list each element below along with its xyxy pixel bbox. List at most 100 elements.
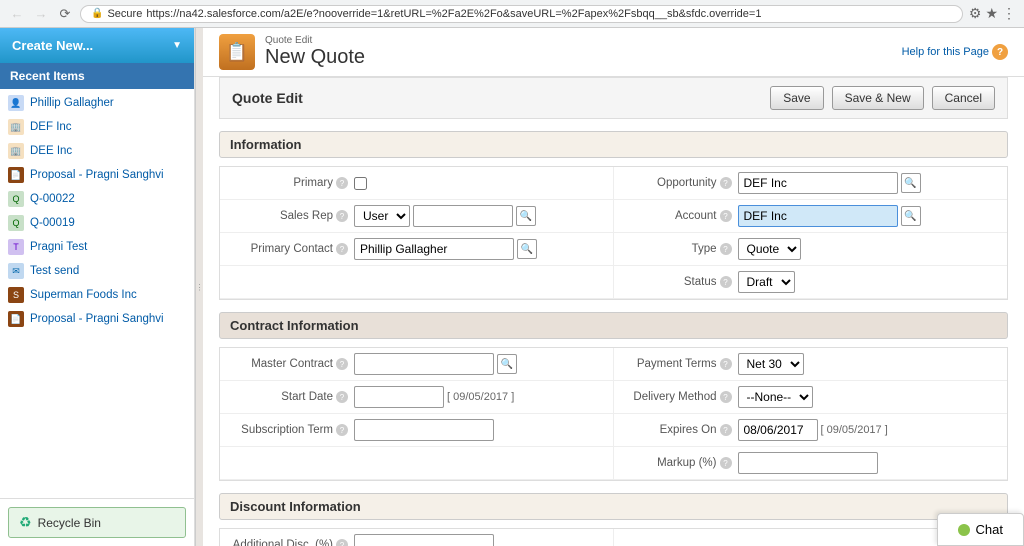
subscription-term-help-icon[interactable]: ? bbox=[336, 424, 348, 436]
recycle-bin-icon: ♻ bbox=[19, 514, 32, 531]
sidebar: Create New... ▼ Recent Items 👤 Phillip G… bbox=[0, 28, 195, 546]
help-link-text: Help for this Page bbox=[902, 46, 989, 58]
recent-item-dee-inc[interactable]: 🏢 DEE Inc bbox=[0, 139, 194, 163]
opportunity-search-button[interactable]: 🔍 bbox=[901, 173, 921, 193]
recent-item-q00019[interactable]: Q Q-00019 bbox=[0, 211, 194, 235]
expires-on-label: Expires On ? bbox=[622, 424, 732, 436]
payment-terms-label: Payment Terms ? bbox=[622, 358, 732, 370]
recent-item-pragni-test[interactable]: T Pragni Test bbox=[0, 235, 194, 259]
recent-item-proposal-pragni-1[interactable]: 📄 Proposal - Pragni Sanghvi bbox=[0, 163, 194, 187]
master-contract-field-row: Master Contract ? 🔍 bbox=[220, 348, 614, 381]
start-date-field-row: Start Date ? [ 09/05/2017 ] bbox=[220, 381, 614, 414]
menu-button[interactable]: ⋮ bbox=[1002, 5, 1016, 22]
sales-rep-field-row: Sales Rep ? User 🔍 bbox=[220, 200, 614, 233]
recent-item-phillip-gallagher[interactable]: 👤 Phillip Gallagher bbox=[0, 91, 194, 115]
status-label: Status ? bbox=[622, 276, 732, 288]
markup-field-row: Markup (%) ? bbox=[614, 447, 1008, 480]
primary-contact-input[interactable] bbox=[354, 238, 514, 260]
delivery-method-help-icon[interactable]: ? bbox=[720, 391, 732, 403]
account-field-group: 🔍 bbox=[738, 205, 921, 227]
primary-contact-search-button[interactable]: 🔍 bbox=[517, 239, 537, 259]
recent-item-superman-foods[interactable]: S Superman Foods Inc bbox=[0, 283, 194, 307]
sales-rep-search-button[interactable]: 🔍 bbox=[516, 206, 536, 226]
status-field-row: Status ? Draft bbox=[614, 266, 1008, 299]
payment-terms-select[interactable]: Net 30 bbox=[738, 353, 804, 375]
reload-button[interactable]: ⟳ bbox=[56, 5, 74, 23]
primary-contact-label: Primary Contact ? bbox=[228, 243, 348, 255]
save-button[interactable]: Save bbox=[770, 86, 823, 110]
recent-item-q00022[interactable]: Q Q-00022 bbox=[0, 187, 194, 211]
markup-input[interactable] bbox=[738, 452, 878, 474]
foods-icon: S bbox=[8, 287, 24, 303]
chat-label: Chat bbox=[976, 522, 1003, 537]
recycle-bin-button[interactable]: ♻ Recycle Bin bbox=[8, 507, 186, 538]
opportunity-input[interactable] bbox=[738, 172, 898, 194]
discount-form-grid: Additional Disc. (%) ? Price Book ? 🔍 bbox=[219, 528, 1008, 546]
start-date-field-group: [ 09/05/2017 ] bbox=[354, 386, 514, 408]
start-date-help-icon[interactable]: ? bbox=[336, 391, 348, 403]
status-help-icon[interactable]: ? bbox=[720, 276, 732, 288]
back-button[interactable]: ← bbox=[8, 5, 26, 23]
chat-button[interactable]: Chat bbox=[937, 513, 1024, 546]
main-content: 📋 Quote Edit New Quote Help for this Pag… bbox=[203, 28, 1024, 546]
subscription-term-label: Subscription Term ? bbox=[228, 424, 348, 436]
markup-help-icon[interactable]: ? bbox=[720, 457, 732, 469]
master-contract-search-button[interactable]: 🔍 bbox=[497, 354, 517, 374]
quote-icon: Q bbox=[8, 191, 24, 207]
primary-contact-field-row: Primary Contact ? 🔍 bbox=[220, 233, 614, 266]
subscription-term-input[interactable] bbox=[354, 419, 494, 441]
create-new-button[interactable]: Create New... ▼ bbox=[0, 28, 194, 63]
help-link[interactable]: Help for this Page ? bbox=[902, 44, 1008, 60]
sales-rep-help-icon[interactable]: ? bbox=[336, 210, 348, 222]
recent-item-test-send[interactable]: ✉ Test send bbox=[0, 259, 194, 283]
delivery-method-field-row: Delivery Method ? --None-- bbox=[614, 381, 1008, 414]
recent-item-def-inc-1[interactable]: 🏢 DEF Inc bbox=[0, 115, 194, 139]
sidebar-resize-handle[interactable]: ⋮ bbox=[195, 28, 203, 546]
page-title-block: Quote Edit New Quote bbox=[265, 35, 365, 69]
account-search-button[interactable]: 🔍 bbox=[901, 206, 921, 226]
type-select[interactable]: Quote bbox=[738, 238, 801, 260]
sales-rep-select[interactable]: User bbox=[354, 205, 410, 227]
page-header: 📋 Quote Edit New Quote bbox=[219, 34, 365, 70]
account-help-icon[interactable]: ? bbox=[720, 210, 732, 222]
additional-disc-help-icon[interactable]: ? bbox=[336, 539, 348, 546]
lock-icon: 🔒 bbox=[91, 8, 103, 19]
bookmark-button[interactable]: ★ bbox=[985, 5, 998, 22]
account-input[interactable] bbox=[738, 205, 898, 227]
start-date-label: Start Date ? bbox=[228, 391, 348, 403]
proposal-icon: 📄 bbox=[8, 311, 24, 327]
master-contract-field-group: 🔍 bbox=[354, 353, 517, 375]
master-contract-input[interactable] bbox=[354, 353, 494, 375]
primary-checkbox[interactable] bbox=[354, 177, 367, 190]
information-form-grid: Primary ? Opportunity ? 🔍 bbox=[219, 166, 1008, 300]
opportunity-help-icon[interactable]: ? bbox=[720, 177, 732, 189]
url-text: https://na42.salesforce.com/a2E/e?noover… bbox=[146, 8, 761, 20]
expires-on-bracket: [ 09/05/2017 ] bbox=[821, 424, 888, 436]
start-date-input[interactable] bbox=[354, 386, 444, 408]
additional-disc-input[interactable] bbox=[354, 534, 494, 546]
status-select[interactable]: Draft bbox=[738, 271, 795, 293]
page-icon: 📋 bbox=[219, 34, 255, 70]
recent-item-proposal-pragni-2[interactable]: 📄 Proposal - Pragni Sanghvi bbox=[0, 307, 194, 331]
expires-on-input[interactable] bbox=[738, 419, 818, 441]
master-contract-help-icon[interactable]: ? bbox=[336, 358, 348, 370]
recycle-bin-section: ♻ Recycle Bin bbox=[0, 498, 194, 546]
cancel-button[interactable]: Cancel bbox=[932, 86, 995, 110]
opportunity-label: Opportunity ? bbox=[622, 177, 732, 189]
primary-contact-help-icon[interactable]: ? bbox=[336, 243, 348, 255]
type-help-icon[interactable]: ? bbox=[720, 243, 732, 255]
forward-button[interactable]: → bbox=[32, 5, 50, 23]
delivery-method-select[interactable]: --None-- bbox=[738, 386, 813, 408]
information-section-header: Information bbox=[219, 131, 1008, 158]
sales-rep-input[interactable] bbox=[413, 205, 513, 227]
expires-on-help-icon[interactable]: ? bbox=[720, 424, 732, 436]
extensions-button[interactable]: ⚙ bbox=[969, 5, 982, 22]
markup-label: Markup (%) ? bbox=[622, 457, 732, 469]
empty-contract-left bbox=[220, 447, 614, 480]
chat-status-dot bbox=[958, 524, 970, 536]
empty-left-row bbox=[220, 266, 614, 299]
payment-terms-help-icon[interactable]: ? bbox=[720, 358, 732, 370]
main-topbar: 📋 Quote Edit New Quote Help for this Pag… bbox=[203, 28, 1024, 77]
save-new-button[interactable]: Save & New bbox=[832, 86, 924, 110]
primary-help-icon[interactable]: ? bbox=[336, 177, 348, 189]
